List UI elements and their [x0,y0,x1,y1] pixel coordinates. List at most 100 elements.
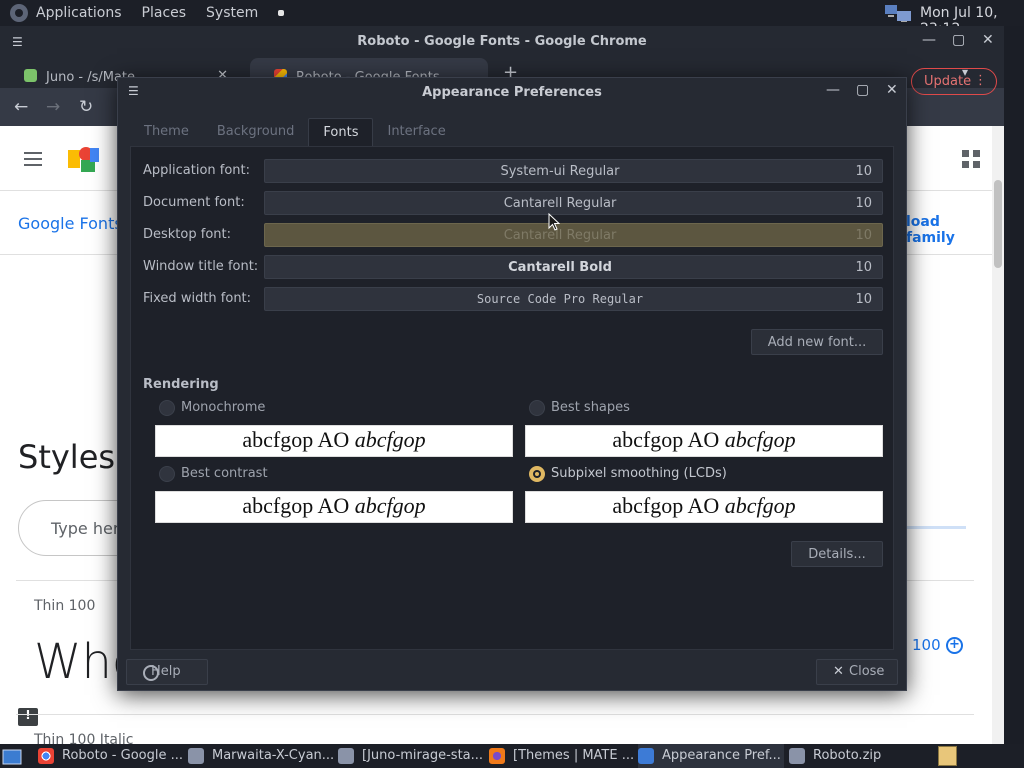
breadcrumb-google-fonts[interactable]: Google Fonts [18,214,123,233]
document-font-button[interactable]: Cantarell Regular 10 [264,191,883,215]
task-roboto-chrome[interactable]: Roboto - Google ... [38,744,184,768]
show-desktop-icon[interactable] [2,748,22,766]
update-button[interactable]: Update ⋮ [911,68,997,95]
mate-logo-icon[interactable] [10,4,28,22]
fixed-width-font-button[interactable]: Source Code Pro Regular 10 [264,287,883,311]
top-panel: Applications Places System Mon Jul 10, 2… [0,0,1024,37]
add-new-font-button[interactable]: Add new font... [751,329,883,355]
apps-grid-icon[interactable] [962,150,980,168]
divider [16,714,974,715]
google-fonts-logo-icon[interactable] [68,146,100,172]
chrome-window-title: Roboto - Google Fonts - Google Chrome [357,33,647,49]
font-size: 10 [855,164,872,179]
task-label: [Themes | MATE ... [513,748,635,763]
preview-monochrome[interactable]: abcfgop AO abcfgop [155,425,513,457]
task-roboto-zip[interactable]: Roboto.zip [789,744,935,768]
network-icon[interactable] [884,3,914,23]
radio-button-selected[interactable] [529,466,545,482]
preview-best-contrast[interactable]: abcfgop AO abcfgop [155,491,513,523]
appearance-icon [638,748,654,764]
fixed-width-font-label: Fixed width font: [143,291,252,306]
feedback-icon[interactable]: ! [18,708,38,726]
task-marwaita[interactable]: Marwaita-X-Cyan... [188,744,334,768]
close-button[interactable]: ✕ Close [816,659,898,685]
font-name: Source Code Pro Regular [476,292,644,306]
download-family-link[interactable]: load family [906,214,992,246]
hamburger-menu-icon[interactable] [24,152,42,166]
tab-theme[interactable]: Theme [130,118,203,146]
maximize-icon[interactable]: ▢ [856,82,869,98]
close-icon[interactable]: ✕ [886,82,898,98]
close-icon[interactable]: ✕ [982,32,994,48]
style-name-thin-italic: Thin 100 Italic [34,732,134,744]
more-vert-icon[interactable]: ⋮ [974,73,987,88]
tab-background[interactable]: Background [203,118,309,146]
tab-interface[interactable]: Interface [373,118,459,146]
dialog-title: Appearance Preferences [422,84,602,100]
task-juno-mirage[interactable]: [Juno-mirage-sta... [338,744,484,768]
radio-label: Subpixel smoothing (LCDs) [551,466,727,481]
radio-label: Best contrast [181,466,268,481]
forward-icon[interactable]: → [46,97,60,117]
task-label: Roboto.zip [813,748,882,763]
preview-roman-text: abcfgop AO [612,427,725,452]
font-size: 10 [855,292,872,307]
task-themes-mate[interactable]: [Themes | MATE ... [489,744,635,768]
preview-italic-text: abcfgop [724,493,796,518]
tab-fonts[interactable]: Fonts [308,118,374,146]
preview-best-shapes[interactable]: abcfgop AO abcfgop [525,425,883,457]
preview-subpixel-smoothing[interactable]: abcfgop AO abcfgop [525,491,883,523]
maximize-icon[interactable]: ▢ [952,32,965,48]
preview-italic-text: abcfgop [354,493,426,518]
preview-italic-text: abcfgop [724,427,796,452]
dialog-titlebar[interactable]: ☰ Appearance Preferences — ▢ ✕ [118,78,906,106]
menu-places[interactable]: Places [142,5,187,21]
minimize-icon[interactable]: — [922,32,936,48]
task-label: Appearance Pref... [662,748,781,763]
application-font-label: Application font: [143,163,251,178]
document-font-row: Document font: Cantarell Regular 10 [143,191,883,215]
add-style-icon[interactable]: + [946,637,963,654]
window-title-font-button[interactable]: Cantarell Bold 10 [264,255,883,279]
chrome-titlebar[interactable]: ☰ Roboto - Google Fonts - Google Chrome … [0,26,1004,56]
fonts-panel: Application font: System-ui Regular 10 D… [130,146,894,650]
close-label: Close [849,664,885,679]
menu-system[interactable]: System [206,5,258,21]
radio-button[interactable] [159,466,175,482]
desktop-font-button[interactable]: Cantarell Regular 10 [264,223,883,247]
help-button[interactable]: Help [126,659,208,685]
font-name: Cantarell Regular [503,196,617,211]
reload-icon[interactable]: ↻ [79,97,93,117]
scrollbar-thumb[interactable] [994,180,1002,268]
window-title-font-label: Window title font: [143,259,259,274]
radio-label: Best shapes [551,400,630,415]
style-name-thin: Thin 100 [34,598,96,614]
menu-applications[interactable]: Applications [36,5,122,21]
task-label: Marwaita-X-Cyan... [212,748,335,763]
update-label: Update [924,74,972,89]
launcher-icon[interactable] [278,10,285,16]
window-menu-icon[interactable]: ☰ [12,35,23,49]
preview-roman-text: abcfgop AO [242,427,355,452]
radio-button[interactable] [159,400,175,416]
firefox-icon [489,748,505,764]
chrome-icon [38,748,54,764]
task-label: Roboto - Google ... [62,748,183,763]
document-font-label: Document font: [143,195,245,210]
terminal-icon [24,69,37,82]
workspace-switcher[interactable] [938,746,957,766]
minimize-icon[interactable]: — [826,82,840,98]
application-font-row: Application font: System-ui Regular 10 [143,159,883,183]
window-menu-icon[interactable]: ☰ [128,84,139,98]
details-button[interactable]: Details... [791,541,883,567]
radio-button[interactable] [529,400,545,416]
application-font-button[interactable]: System-ui Regular 10 [264,159,883,183]
page-scrollbar[interactable] [992,126,1004,744]
back-icon[interactable]: ← [14,97,28,117]
task-appearance-preferences[interactable]: Appearance Pref... [638,744,784,768]
font-name: Cantarell Bold [508,260,612,275]
file-manager-icon [188,748,204,764]
close-icon: ✕ [833,664,844,679]
desktop-font-row: Desktop font: Cantarell Regular 10 [143,223,883,247]
fixed-width-font-row: Fixed width font: Source Code Pro Regula… [143,287,883,311]
